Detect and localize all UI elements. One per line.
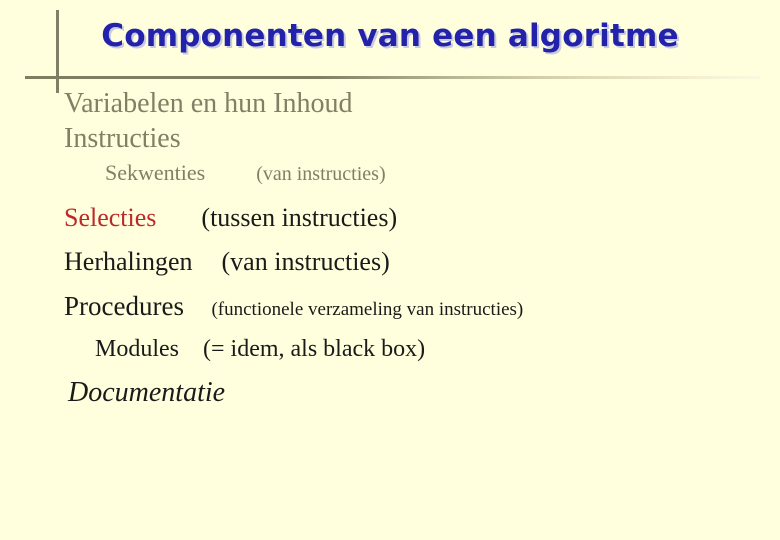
bullet-note-sekwenties: (van instructies) bbox=[256, 163, 386, 185]
bullet-label-variabelen: Variabelen en hun Inhoud bbox=[64, 88, 353, 119]
bullet-line-instructies: Instructies bbox=[0, 125, 780, 162]
bullet-note-selecties: (tussen instructies) bbox=[201, 203, 398, 232]
bullet-label-selecties: Selecties bbox=[64, 203, 157, 232]
slide-canvas: Componenten van een algoritme Variabelen… bbox=[0, 0, 780, 540]
bullet-note-modules: (= idem, als black box) bbox=[203, 336, 426, 362]
bullet-label-procedures: Procedures bbox=[64, 291, 184, 321]
bullet-label-modules: Modules bbox=[95, 336, 179, 362]
bullet-label-herhalingen: Herhalingen bbox=[64, 247, 193, 276]
bullet-label-instructies: Instructies bbox=[64, 123, 181, 154]
slide-title: Componenten van een algoritme bbox=[101, 18, 679, 54]
bullet-line-modules: Modules (= idem, als black box) bbox=[0, 337, 780, 379]
bullet-line-herhalingen: Herhalingen (van instructies) bbox=[0, 249, 780, 293]
bullet-line-procedures: Procedures (functionele verzameling van … bbox=[0, 293, 780, 337]
bullet-note-herhalingen: (van instructies) bbox=[221, 247, 390, 276]
bullet-line-documentatie: Documentatie bbox=[0, 379, 780, 419]
bullet-line-variabelen: Variabelen en hun Inhoud bbox=[0, 90, 780, 125]
bullet-line-sekwenties: Sekwenties (van instructies) bbox=[0, 162, 780, 205]
slide-body: Variabelen en hun Inhoud Instructies Sek… bbox=[0, 90, 780, 419]
bullet-label-sekwenties: Sekwenties bbox=[105, 160, 206, 185]
horizontal-rule-decoration bbox=[25, 76, 760, 79]
bullet-note-procedures: (functionele verzameling van instructies… bbox=[211, 299, 524, 320]
bullet-label-documentatie: Documentatie bbox=[68, 377, 226, 408]
bullet-line-selecties: Selecties (tussen instructies) bbox=[0, 205, 780, 249]
